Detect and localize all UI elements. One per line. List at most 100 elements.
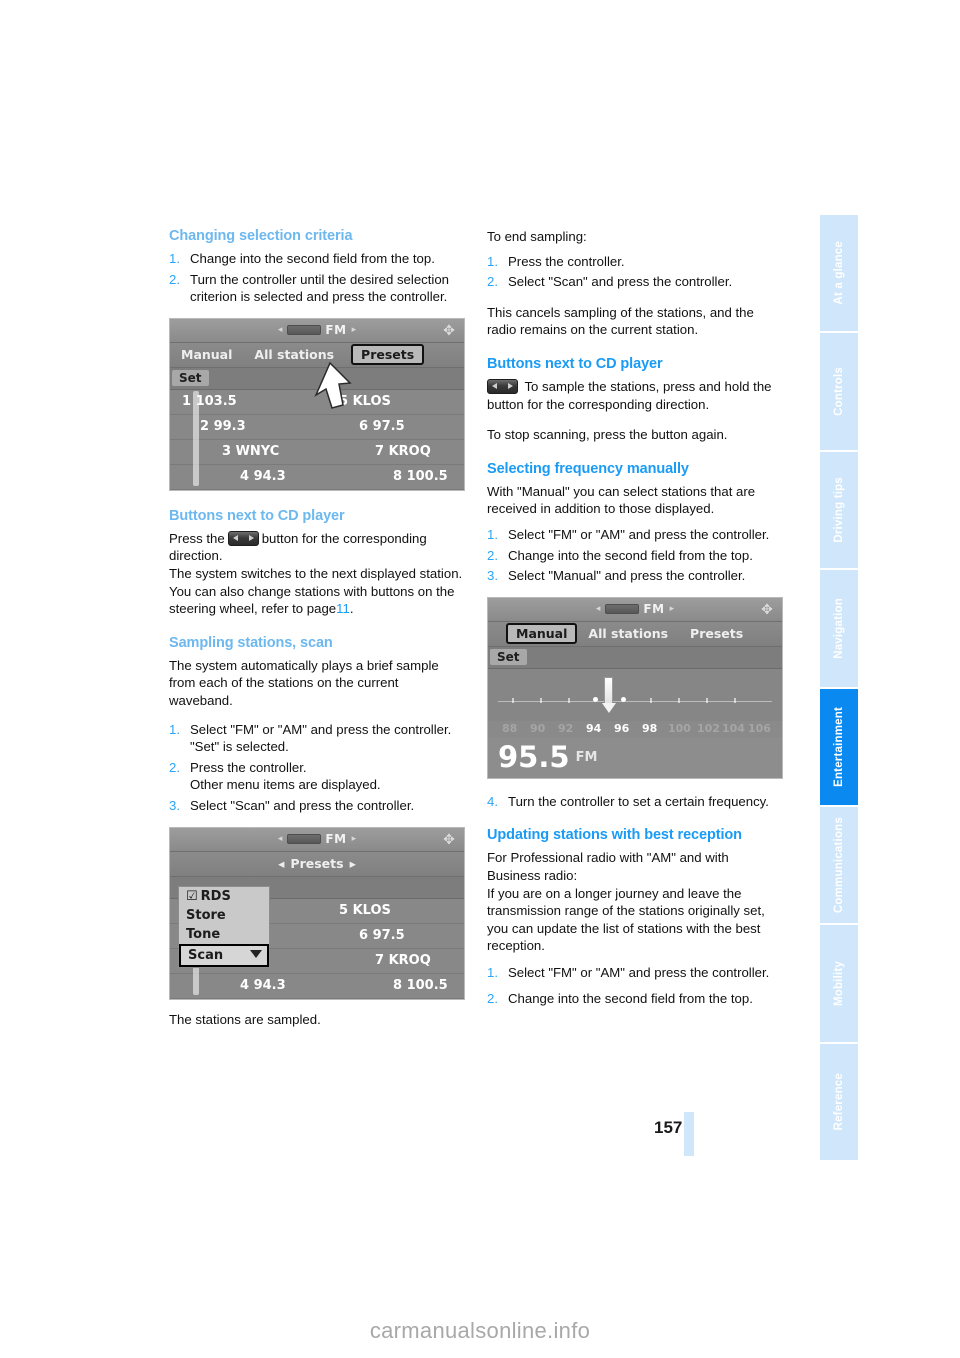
scale-label: 90 bbox=[530, 721, 546, 735]
preset-row[interactable]: 3 WNYC 7 KROQ bbox=[170, 439, 464, 465]
manual-page: At a glance Controls Driving tips Naviga… bbox=[0, 0, 960, 1358]
scale-label: 98 bbox=[642, 721, 658, 735]
text-after-pageref: . bbox=[349, 601, 354, 617]
nav-tab-navigation[interactable]: Navigation bbox=[820, 570, 858, 689]
scrollbar[interactable] bbox=[193, 390, 199, 486]
step-number: 1. bbox=[487, 526, 498, 542]
paragraph-stations-sampled: The stations are sampled. bbox=[169, 1011, 321, 1027]
nav-tab-driving-tips[interactable]: Driving tips bbox=[820, 451, 858, 571]
nav-tab-label: Mobility bbox=[833, 960, 845, 1006]
paragraph-cancels-sampling: This cancels sampling of the stations, a… bbox=[487, 304, 754, 338]
step-text: Select "Scan" and press the controller. bbox=[508, 274, 733, 290]
step-number: 2. bbox=[169, 271, 180, 287]
right-arrow-icon: ▸ bbox=[351, 325, 357, 336]
heading-sampling-stations-scan: Sampling stations, scan bbox=[169, 634, 333, 651]
menu-item-manual[interactable]: Manual bbox=[170, 347, 243, 362]
step-number: 2. bbox=[487, 991, 498, 1007]
radio-display-scan-menu: ◂ FM ▸ ✥ ◂ Presets ▸ 5 KLOS 6 97.5 7 KRO… bbox=[169, 826, 465, 1000]
preset-right: 6 97.5 bbox=[359, 928, 405, 943]
right-column: To end sampling: 1. Press the controller… bbox=[487, 228, 783, 1008]
figure-presets-screen: ◂ FM ▸ ✥ Manual All stations Presets Set… bbox=[169, 317, 465, 491]
heading-updating-stations-best-reception: Updating stations with best reception bbox=[487, 827, 742, 844]
step-number: 1. bbox=[169, 721, 180, 737]
step-text: Change into the second field from the to… bbox=[190, 251, 435, 266]
left-arrow-icon: ◂ bbox=[277, 325, 283, 336]
radio-topbar: ◂ FM ▸ ✥ bbox=[170, 318, 464, 343]
left-arrow-icon: ◂ bbox=[595, 604, 601, 615]
scale-label: 94 bbox=[586, 721, 602, 735]
step-item: 1. Press the controller. bbox=[487, 253, 783, 271]
step-item: 3. Select "Scan" and press the controlle… bbox=[169, 797, 465, 815]
pointer-arrow-icon bbox=[310, 361, 354, 413]
preset-right: 8 100.5 bbox=[393, 978, 448, 993]
preset-row[interactable]: 4 94.3 8 100.5 bbox=[170, 973, 464, 999]
step-item: 2. Select "Scan" and press the controlle… bbox=[487, 273, 783, 291]
scale-tick bbox=[678, 697, 680, 703]
scale-label: 100 bbox=[668, 721, 691, 735]
right-arrow-icon: ▸ bbox=[351, 834, 357, 844]
frequency-needle[interactable] bbox=[602, 676, 616, 713]
preset-row[interactable]: 2 99.3 6 97.5 bbox=[170, 414, 464, 440]
scale-label: 106 bbox=[748, 721, 771, 735]
scale-tick bbox=[568, 697, 570, 703]
menu-item-presets[interactable]: Presets bbox=[679, 626, 754, 641]
radio-setrow: Set bbox=[488, 646, 782, 669]
step-text: Select "FM" or "AM" and press the contro… bbox=[508, 964, 770, 980]
step-item: 2. Change into the second field from the… bbox=[487, 547, 783, 565]
page-reference-link[interactable]: 11 bbox=[336, 601, 350, 616]
step-text: Press the controller. bbox=[508, 253, 625, 269]
preset-right: 5 KLOS bbox=[339, 903, 391, 918]
paragraph-to-end-sampling: To end sampling: bbox=[487, 229, 587, 244]
nav-tab-entertainment[interactable]: Entertainment bbox=[820, 688, 858, 807]
nav-tab-mobility[interactable]: Mobility bbox=[820, 925, 858, 1044]
station-dot bbox=[593, 696, 598, 702]
dropdown-item-tone[interactable]: Tone bbox=[179, 925, 269, 944]
menu-item-presets[interactable]: Presets bbox=[290, 856, 343, 871]
heading-selecting-frequency-manually: Selecting frequency manually bbox=[487, 460, 689, 477]
nav-tab-controls[interactable]: Controls bbox=[820, 333, 858, 452]
scale-label: 104 bbox=[722, 721, 745, 735]
preset-row[interactable]: 4 94.3 8 100.5 bbox=[170, 464, 464, 490]
nav-tab-label: Communications bbox=[833, 817, 845, 914]
dropdown-item-store[interactable]: Store bbox=[179, 906, 269, 925]
dropdown-item-rds[interactable]: ☑ RDS bbox=[179, 887, 269, 906]
step-number: 3. bbox=[487, 568, 498, 584]
set-label: Set bbox=[172, 370, 209, 387]
step-number: 2. bbox=[487, 547, 498, 563]
figure-scan-menu-screen: ◂ FM ▸ ✥ ◂ Presets ▸ 5 KLOS 6 97.5 7 KRO… bbox=[169, 826, 465, 1000]
step-item: 2. Press the controller. Other menu item… bbox=[169, 759, 465, 794]
step-text: Select "Scan" and press the controller. bbox=[190, 797, 415, 813]
step-number: 1. bbox=[169, 251, 180, 266]
nav-tab-reference[interactable]: Reference bbox=[820, 1043, 858, 1160]
rocker-button-icon bbox=[487, 378, 518, 394]
nav-tab-communications[interactable]: Communications bbox=[820, 806, 858, 926]
band-label: FM bbox=[325, 323, 347, 338]
menu-item-presets[interactable]: Presets bbox=[351, 344, 425, 366]
set-label: Set bbox=[490, 649, 527, 666]
paragraph-sample-stations-hold: To sample the stations, press and hold t… bbox=[487, 378, 783, 413]
rocker-button-icon bbox=[227, 530, 259, 546]
band-label: FM bbox=[643, 602, 665, 617]
preset-right: 7 KROQ bbox=[375, 953, 431, 968]
scale-label: 88 bbox=[502, 721, 518, 735]
expand-icon: ✥ bbox=[443, 322, 455, 339]
radio-display-manual-frequency: ◂ FM ▸ ✥ Manual All stations Presets Set bbox=[487, 596, 783, 779]
band-chip-icon bbox=[287, 325, 322, 336]
nav-tab-label: Navigation bbox=[833, 597, 845, 659]
step-number: 1. bbox=[487, 253, 498, 269]
page-marker-bar bbox=[684, 1112, 694, 1156]
nav-tab-label: Entertainment bbox=[833, 706, 845, 787]
checkbox-checked-icon: ☑ bbox=[186, 888, 198, 904]
dropdown-item-scan[interactable]: Scan bbox=[179, 943, 269, 967]
radio-menubar: Manual All stations Presets bbox=[488, 621, 782, 647]
left-arrow-icon: ◂ bbox=[277, 834, 283, 844]
heading-changing-selection-criteria: Changing selection criteria bbox=[169, 228, 353, 244]
step-text: Turn the controller until the desired se… bbox=[190, 271, 450, 305]
menu-item-manual[interactable]: Manual bbox=[506, 623, 578, 645]
menu-item-all-stations[interactable]: All stations bbox=[577, 626, 679, 641]
expand-icon: ✥ bbox=[443, 831, 455, 848]
nav-tab-at-a-glance[interactable]: At a glance bbox=[820, 215, 858, 334]
text-before-pageref: You can also change stations with button… bbox=[169, 583, 455, 617]
step-text: Select "FM" or "AM" and press the contro… bbox=[190, 721, 452, 737]
frequency-scale[interactable] bbox=[488, 668, 782, 721]
